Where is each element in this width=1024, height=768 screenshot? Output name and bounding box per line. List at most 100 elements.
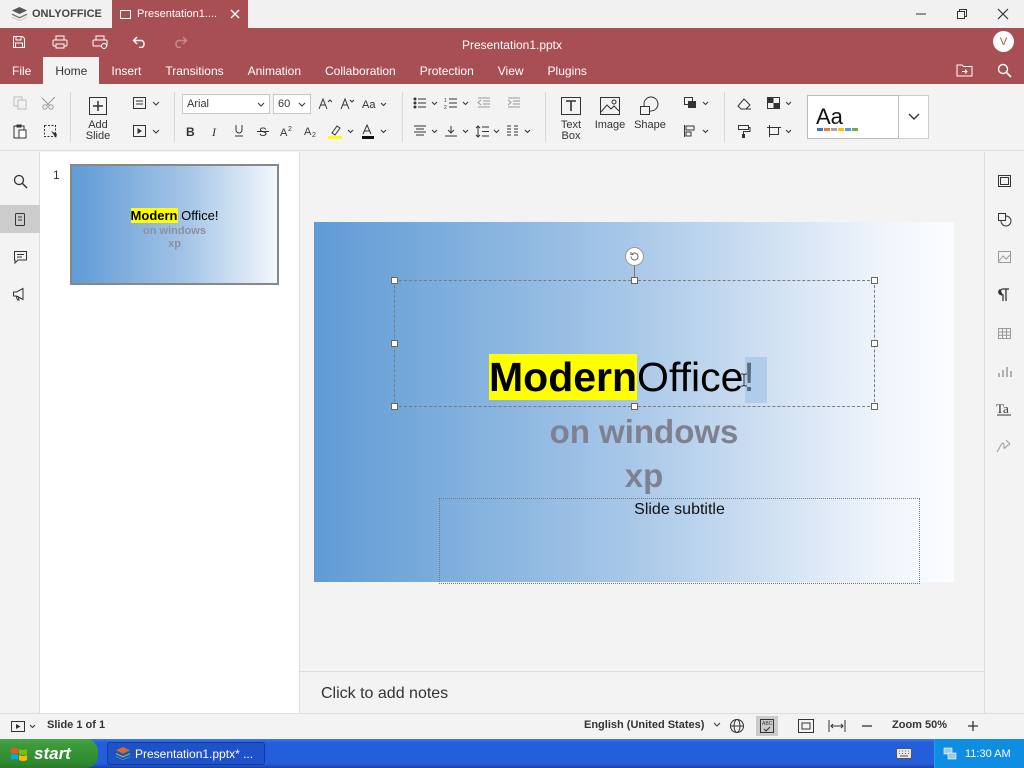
select-all-button[interactable]: [39, 121, 61, 141]
undo-button[interactable]: [128, 33, 152, 51]
tab-collaboration[interactable]: Collaboration: [313, 57, 408, 84]
align-shape-button[interactable]: [682, 121, 712, 141]
image-button[interactable]: [598, 95, 622, 117]
increase-font-button[interactable]: [314, 94, 336, 114]
slide-settings-button[interactable]: [984, 168, 1024, 194]
notes-area[interactable]: Click to add notes: [300, 671, 984, 713]
clear-style-button[interactable]: [733, 93, 755, 113]
keyboard-icon[interactable]: [896, 748, 912, 759]
bold-button[interactable]: B: [180, 121, 202, 141]
tab-view[interactable]: View: [486, 57, 536, 84]
zoom-in-button[interactable]: [966, 719, 980, 733]
slide-layout-button[interactable]: [131, 93, 161, 113]
subtitle-placeholder[interactable]: Slide subtitle: [439, 498, 920, 584]
table-settings-button[interactable]: [984, 320, 1024, 346]
search-panel-button[interactable]: [0, 167, 40, 195]
shape-settings-button[interactable]: [984, 206, 1024, 232]
font-color-button[interactable]: [360, 121, 390, 141]
text-art-settings-button[interactable]: Ta: [984, 395, 1024, 421]
columns-button[interactable]: [505, 121, 533, 141]
print-button[interactable]: [48, 33, 72, 51]
resize-handle-right[interactable]: [871, 340, 878, 347]
tab-transitions[interactable]: Transitions: [153, 57, 235, 84]
increase-indent-button[interactable]: [503, 93, 525, 113]
paragraph-settings-button[interactable]: [984, 282, 1024, 308]
slide-title[interactable]: Modern Office!: [489, 354, 755, 400]
resize-handle-bottom-left[interactable]: [391, 403, 398, 410]
signature-settings-button[interactable]: [984, 433, 1024, 459]
tab-home[interactable]: Home: [43, 57, 100, 84]
resize-handle-top-right[interactable]: [871, 277, 878, 284]
superscript-button[interactable]: A2: [276, 121, 298, 141]
subscript-button[interactable]: A2: [300, 121, 322, 141]
zoom-out-button[interactable]: [860, 719, 874, 733]
theme-dropdown-button[interactable]: [899, 95, 929, 139]
slideshow-status-button[interactable]: [10, 718, 40, 734]
close-window-button[interactable]: [983, 0, 1023, 28]
save-button[interactable]: [7, 33, 31, 51]
change-case-button[interactable]: Aa: [360, 94, 388, 114]
zoom-level[interactable]: Zoom 50%: [892, 719, 947, 731]
language-selector[interactable]: English (United States): [584, 719, 704, 731]
image-settings-button[interactable]: [984, 244, 1024, 270]
restore-button[interactable]: [942, 0, 982, 28]
quick-print-button[interactable]: [88, 33, 112, 51]
slide-size-button[interactable]: [765, 121, 795, 141]
feedback-panel-button[interactable]: [0, 280, 40, 308]
fit-to-slide-button[interactable]: [797, 718, 815, 734]
set-language-button[interactable]: [729, 718, 745, 734]
fit-to-width-button[interactable]: [828, 719, 846, 733]
tab-plugins[interactable]: Plugins: [536, 57, 599, 84]
decrease-font-button[interactable]: [336, 94, 358, 114]
strikethrough-button[interactable]: S: [252, 121, 274, 141]
horizontal-align-button[interactable]: [412, 121, 440, 141]
arrange-button[interactable]: [682, 93, 712, 113]
copy-style-button[interactable]: [733, 121, 755, 141]
resize-handle-top[interactable]: [631, 277, 638, 284]
slide-thumbnail[interactable]: Modern Office! on windows xp: [70, 164, 279, 285]
shape-button[interactable]: [638, 95, 662, 117]
italic-button[interactable]: I: [204, 121, 226, 141]
vertical-align-button[interactable]: [443, 121, 471, 141]
taskbar-window-button[interactable]: Presentation1.pptx* ...: [107, 742, 265, 765]
comments-panel-button[interactable]: [0, 243, 40, 271]
redo-button[interactable]: [168, 33, 192, 51]
add-slide-button[interactable]: [87, 95, 109, 117]
tab-insert[interactable]: Insert: [99, 57, 153, 84]
font-size-select[interactable]: 60: [273, 94, 311, 114]
slides-panel-button[interactable]: [0, 205, 40, 233]
text-box-button[interactable]: [559, 95, 583, 117]
resize-handle-top-left[interactable]: [391, 277, 398, 284]
resize-handle-left[interactable]: [391, 340, 398, 347]
resize-handle-bottom[interactable]: [631, 403, 638, 410]
tab-animation[interactable]: Animation: [236, 57, 313, 84]
font-name-select[interactable]: Arial: [182, 94, 270, 114]
network-icon[interactable]: [943, 747, 957, 760]
theme-preview[interactable]: Aa: [807, 95, 899, 139]
start-slideshow-button[interactable]: [131, 121, 161, 141]
cut-button[interactable]: [39, 93, 61, 113]
numbering-button[interactable]: 12: [443, 93, 471, 113]
copy-button[interactable]: [9, 93, 31, 113]
chart-settings-button[interactable]: [984, 358, 1024, 384]
resize-handle-bottom-right[interactable]: [871, 403, 878, 410]
search-button[interactable]: [992, 61, 1016, 79]
spellcheck-button[interactable]: ABC: [756, 716, 778, 736]
user-avatar[interactable]: V: [993, 31, 1014, 52]
line-spacing-button[interactable]: [474, 121, 502, 141]
rotate-handle[interactable]: [625, 247, 644, 266]
open-location-button[interactable]: [952, 61, 976, 79]
underline-button[interactable]: [228, 121, 250, 141]
slide-line-three[interactable]: xp: [494, 456, 794, 496]
highlight-color-button[interactable]: [326, 121, 356, 141]
slide-line-two[interactable]: on windows: [494, 412, 794, 452]
paste-button[interactable]: [9, 121, 31, 141]
tab-file[interactable]: File: [0, 57, 43, 84]
start-button[interactable]: start: [0, 739, 98, 768]
minimize-button[interactable]: [901, 0, 941, 28]
bullets-button[interactable]: [412, 93, 440, 113]
document-tab[interactable]: Presentation1....: [112, 0, 248, 28]
close-tab-icon[interactable]: [230, 9, 240, 19]
decrease-indent-button[interactable]: [473, 93, 495, 113]
slide-background-button[interactable]: [765, 93, 795, 113]
